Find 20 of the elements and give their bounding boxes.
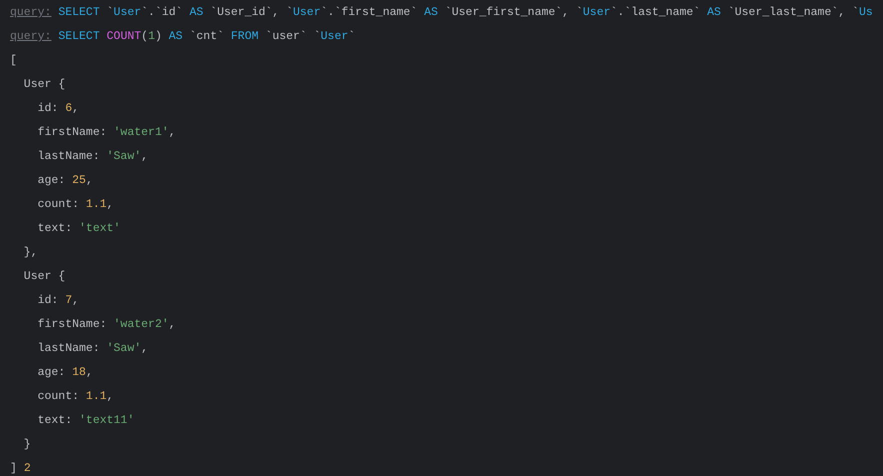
console-line: age: 25, [36, 173, 93, 189]
console-line: count: 1.1, [36, 197, 114, 213]
console-line: lastName: 'Saw', [36, 341, 148, 357]
console-line: id: 7, [36, 293, 80, 309]
console-line: firstName: 'water1', [36, 125, 176, 141]
console-line: count: 1.1, [36, 389, 114, 405]
console-line: ] 2 [10, 461, 31, 476]
console-line: query: SELECT `User`.`id` AS `User_id`, `User`.`first_name` AS `User_first_name`, `User`.`last_name` AS `User_last_name`, `Us [10, 5, 873, 21]
console-line: lastName: 'Saw', [36, 149, 148, 165]
console-line: query: SELECT COUNT(1) AS `cnt` FROM `user` `User` [10, 29, 356, 45]
console-line: User { [22, 77, 66, 93]
console-line: text: 'text' [36, 221, 120, 237]
console-line: text: 'text11' [36, 413, 134, 429]
console-line: id: 6, [36, 101, 80, 117]
console-line: User { [22, 269, 66, 285]
console-line: }, [22, 245, 38, 261]
console-line: firstName: 'water2', [36, 317, 176, 333]
console-line: } [22, 437, 31, 453]
console-line: [ [10, 53, 17, 69]
console-line: age: 18, [36, 365, 93, 381]
